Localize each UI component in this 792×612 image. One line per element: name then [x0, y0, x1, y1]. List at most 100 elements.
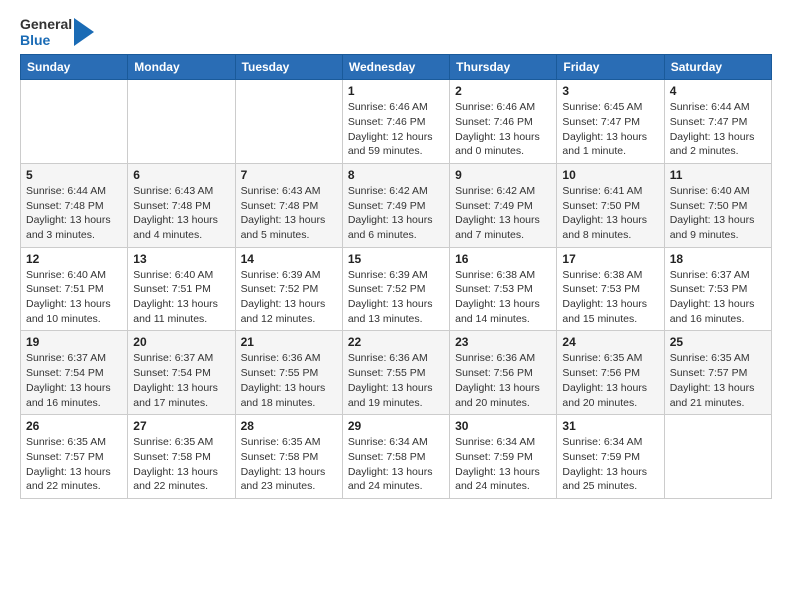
day-number: 23: [455, 335, 551, 349]
day-number: 27: [133, 419, 229, 433]
calendar-header: General Blue: [20, 16, 772, 48]
day-number: 26: [26, 419, 122, 433]
day-number: 22: [348, 335, 444, 349]
logo-general: General: [20, 16, 72, 32]
day-info: Sunrise: 6:34 AM Sunset: 7:58 PM Dayligh…: [348, 435, 444, 494]
day-info: Sunrise: 6:45 AM Sunset: 7:47 PM Dayligh…: [562, 100, 658, 159]
day-cell: [664, 415, 771, 499]
day-info: Sunrise: 6:39 AM Sunset: 7:52 PM Dayligh…: [241, 268, 337, 327]
day-info: Sunrise: 6:38 AM Sunset: 7:53 PM Dayligh…: [455, 268, 551, 327]
day-cell: 17Sunrise: 6:38 AM Sunset: 7:53 PM Dayli…: [557, 247, 664, 331]
day-info: Sunrise: 6:43 AM Sunset: 7:48 PM Dayligh…: [133, 184, 229, 243]
weekday-header-monday: Monday: [128, 55, 235, 80]
day-number: 17: [562, 252, 658, 266]
day-info: Sunrise: 6:35 AM Sunset: 7:57 PM Dayligh…: [26, 435, 122, 494]
week-row-3: 12 Sunrise: 6:40 AM Sunset: 7:51 PM Dayli…: [21, 247, 772, 331]
logo: General Blue: [20, 16, 94, 48]
day-info: Sunrise: 6:40 AM Sunset: 7:50 PM Dayligh…: [670, 184, 766, 243]
day-info: Sunrise: 6:35 AM Sunset: 7:58 PM Dayligh…: [241, 435, 337, 494]
day-cell: 31 Sunrise: 6:34 AM Sunset: 7:59 PM Dayli…: [557, 415, 664, 499]
weekday-header-tuesday: Tuesday: [235, 55, 342, 80]
day-number: 13: [133, 252, 229, 266]
day-info: Sunrise: 6:35 AM Sunset: 7:58 PM Dayligh…: [133, 435, 229, 494]
day-info: Sunrise: 6:35 AM Sunset: 7:56 PM Dayligh…: [562, 351, 658, 410]
day-cell: 6Sunrise: 6:43 AM Sunset: 7:48 PM Daylig…: [128, 163, 235, 247]
day-number: 3: [562, 84, 658, 98]
day-cell: 13 Sunrise: 6:40 AM Sunset: 7:51 PM Dayli…: [128, 247, 235, 331]
day-info: Sunrise: 6:40 AM Sunset: 7:51 PM Dayligh…: [133, 268, 229, 327]
day-info: Sunrise: 6:35 AM Sunset: 7:57 PM Dayligh…: [670, 351, 766, 410]
day-cell: 20Sunrise: 6:37 AM Sunset: 7:54 PM Dayli…: [128, 331, 235, 415]
day-cell: 15Sunrise: 6:39 AM Sunset: 7:52 PM Dayli…: [342, 247, 449, 331]
calendar-table: SundayMondayTuesdayWednesdayThursdayFrid…: [20, 54, 772, 499]
day-cell: 9 Sunrise: 6:42 AM Sunset: 7:49 PM Daylig…: [450, 163, 557, 247]
day-cell: 1 Sunrise: 6:46 AM Sunset: 7:46 PM Daylig…: [342, 80, 449, 164]
day-info: Sunrise: 6:42 AM Sunset: 7:49 PM Dayligh…: [348, 184, 444, 243]
weekday-header-friday: Friday: [557, 55, 664, 80]
day-number: 4: [670, 84, 766, 98]
day-cell: 7 Sunrise: 6:43 AM Sunset: 7:48 PM Daylig…: [235, 163, 342, 247]
day-cell: 22 Sunrise: 6:36 AM Sunset: 7:55 PM Dayli…: [342, 331, 449, 415]
day-info: Sunrise: 6:37 AM Sunset: 7:54 PM Dayligh…: [133, 351, 229, 410]
day-info: Sunrise: 6:46 AM Sunset: 7:46 PM Dayligh…: [348, 100, 444, 159]
day-cell: 5Sunrise: 6:44 AM Sunset: 7:48 PM Daylig…: [21, 163, 128, 247]
day-cell: 18Sunrise: 6:37 AM Sunset: 7:53 PM Dayli…: [664, 247, 771, 331]
day-cell: 27 Sunrise: 6:35 AM Sunset: 7:58 PM Dayli…: [128, 415, 235, 499]
calendar-container: General Blue SundayMondayTuesdayWednesda…: [0, 0, 792, 515]
logo-blue: Blue: [20, 32, 72, 48]
day-cell: 16 Sunrise: 6:38 AM Sunset: 7:53 PM Dayli…: [450, 247, 557, 331]
day-info: Sunrise: 6:36 AM Sunset: 7:55 PM Dayligh…: [348, 351, 444, 410]
day-cell: 12Sunrise: 6:40 AM Sunset: 7:51 PM Dayli…: [21, 247, 128, 331]
day-cell: 4 Sunrise: 6:44 AM Sunset: 7:47 PM Daylig…: [664, 80, 771, 164]
day-number: 12: [26, 252, 122, 266]
day-number: 10: [562, 168, 658, 182]
day-number: 9: [455, 168, 551, 182]
day-number: 16: [455, 252, 551, 266]
day-number: 19: [26, 335, 122, 349]
day-number: 21: [241, 335, 337, 349]
day-cell: 24 Sunrise: 6:35 AM Sunset: 7:56 PM Dayli…: [557, 331, 664, 415]
day-cell: 25 Sunrise: 6:35 AM Sunset: 7:57 PM Dayli…: [664, 331, 771, 415]
day-cell: 10Sunrise: 6:41 AM Sunset: 7:50 PM Dayli…: [557, 163, 664, 247]
day-info: Sunrise: 6:34 AM Sunset: 7:59 PM Dayligh…: [562, 435, 658, 494]
day-cell: 29 Sunrise: 6:34 AM Sunset: 7:58 PM Dayli…: [342, 415, 449, 499]
weekday-header-sunday: Sunday: [21, 55, 128, 80]
day-number: 31: [562, 419, 658, 433]
day-info: Sunrise: 6:43 AM Sunset: 7:48 PM Dayligh…: [241, 184, 337, 243]
day-cell: [235, 80, 342, 164]
day-cell: 19 Sunrise: 6:37 AM Sunset: 7:54 PM Dayli…: [21, 331, 128, 415]
day-info: Sunrise: 6:37 AM Sunset: 7:53 PM Dayligh…: [670, 268, 766, 327]
weekday-header-thursday: Thursday: [450, 55, 557, 80]
day-cell: 21 Sunrise: 6:36 AM Sunset: 7:55 PM Dayli…: [235, 331, 342, 415]
day-number: 14: [241, 252, 337, 266]
day-info: Sunrise: 6:34 AM Sunset: 7:59 PM Dayligh…: [455, 435, 551, 494]
day-number: 7: [241, 168, 337, 182]
day-info: Sunrise: 6:39 AM Sunset: 7:52 PM Dayligh…: [348, 268, 444, 327]
day-cell: 14 Sunrise: 6:39 AM Sunset: 7:52 PM Dayli…: [235, 247, 342, 331]
week-row-1: 1 Sunrise: 6:46 AM Sunset: 7:46 PM Daylig…: [21, 80, 772, 164]
day-cell: 3 Sunrise: 6:45 AM Sunset: 7:47 PM Daylig…: [557, 80, 664, 164]
week-row-2: 5Sunrise: 6:44 AM Sunset: 7:48 PM Daylig…: [21, 163, 772, 247]
day-number: 29: [348, 419, 444, 433]
day-number: 5: [26, 168, 122, 182]
day-cell: 28 Sunrise: 6:35 AM Sunset: 7:58 PM Dayli…: [235, 415, 342, 499]
day-cell: 2Sunrise: 6:46 AM Sunset: 7:46 PM Daylig…: [450, 80, 557, 164]
day-info: Sunrise: 6:36 AM Sunset: 7:56 PM Dayligh…: [455, 351, 551, 410]
day-cell: 11 Sunrise: 6:40 AM Sunset: 7:50 PM Dayli…: [664, 163, 771, 247]
day-info: Sunrise: 6:37 AM Sunset: 7:54 PM Dayligh…: [26, 351, 122, 410]
day-cell: 23 Sunrise: 6:36 AM Sunset: 7:56 PM Dayli…: [450, 331, 557, 415]
week-row-5: 26 Sunrise: 6:35 AM Sunset: 7:57 PM Dayli…: [21, 415, 772, 499]
day-number: 24: [562, 335, 658, 349]
day-info: Sunrise: 6:36 AM Sunset: 7:55 PM Dayligh…: [241, 351, 337, 410]
day-number: 25: [670, 335, 766, 349]
weekday-header-row: SundayMondayTuesdayWednesdayThursdayFrid…: [21, 55, 772, 80]
day-number: 1: [348, 84, 444, 98]
day-cell: [128, 80, 235, 164]
day-info: Sunrise: 6:42 AM Sunset: 7:49 PM Dayligh…: [455, 184, 551, 243]
day-number: 11: [670, 168, 766, 182]
day-info: Sunrise: 6:44 AM Sunset: 7:47 PM Dayligh…: [670, 100, 766, 159]
logo-arrow-icon: [74, 18, 94, 46]
day-cell: 26 Sunrise: 6:35 AM Sunset: 7:57 PM Dayli…: [21, 415, 128, 499]
day-number: 28: [241, 419, 337, 433]
week-row-4: 19 Sunrise: 6:37 AM Sunset: 7:54 PM Dayli…: [21, 331, 772, 415]
